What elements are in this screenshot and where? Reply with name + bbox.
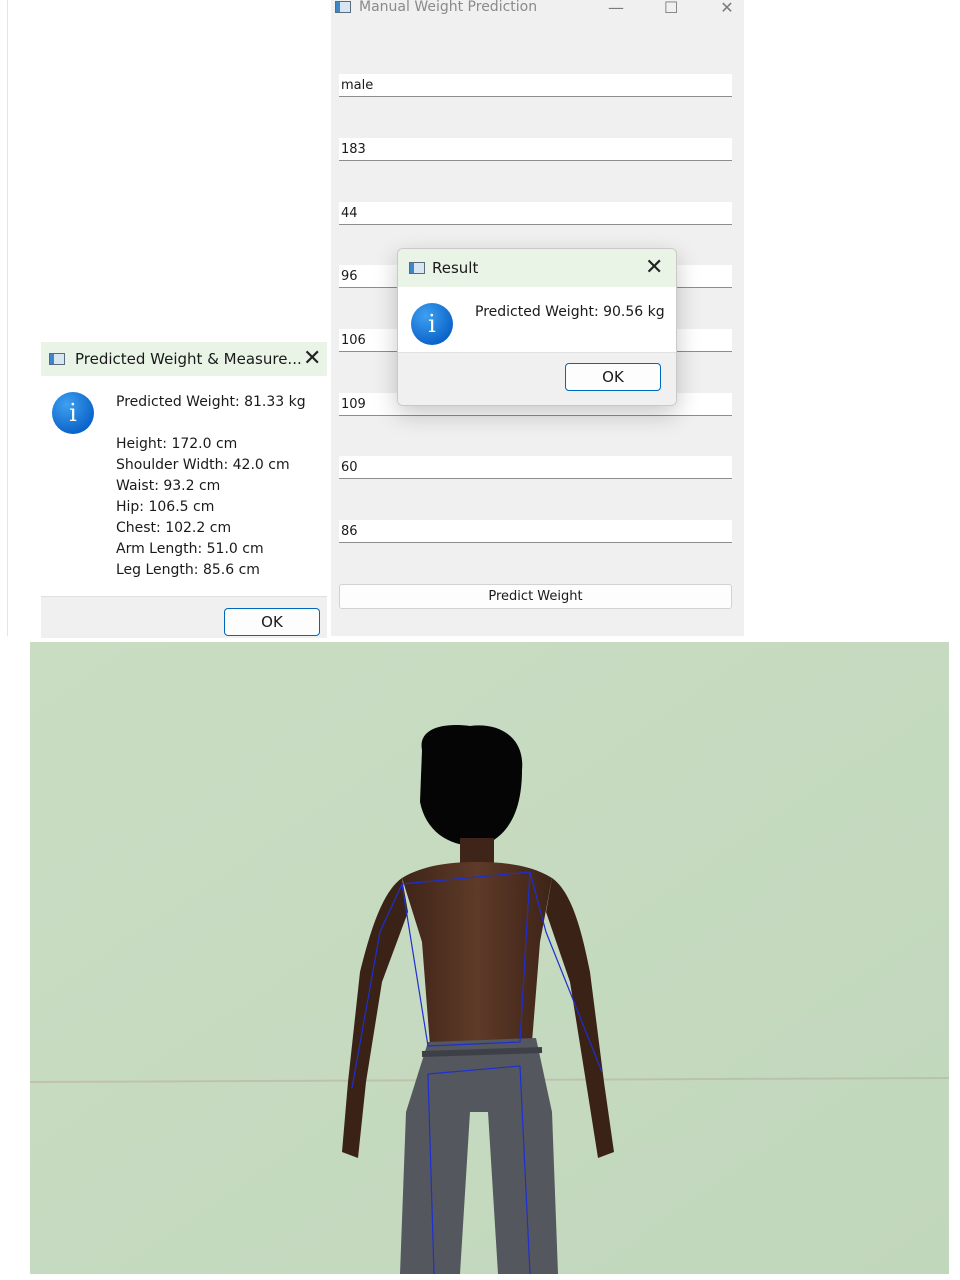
waist-measurement: Waist: 93.2 cm: [116, 478, 221, 494]
result-window-icon: [409, 262, 425, 274]
measurements-dialog-title: Predicted Weight & Measure...: [75, 350, 302, 368]
result-dialog-title: Result: [432, 259, 479, 277]
shoulder-width-measurement: Shoulder Width: 42.0 cm: [116, 457, 290, 473]
minimize-icon[interactable]: —: [608, 0, 624, 17]
measurements-ok-button[interactable]: OK: [224, 608, 320, 636]
measurements-window-icon: [49, 353, 65, 365]
background-divider: [7, 0, 8, 636]
result-dialog-titlebar: Result ✕: [398, 249, 676, 287]
info-icon: i: [411, 303, 453, 345]
body-photo: [30, 642, 949, 1274]
result-dialog: Result ✕ i Predicted Weight: 90.56 kg OK: [397, 248, 677, 406]
waistband: [421, 1047, 543, 1057]
result-dialog-footer: OK: [398, 352, 676, 405]
main-titlebar: Manual Weight Prediction — ☐ ✕: [331, 0, 744, 22]
window-controls: — ☐ ✕: [608, 0, 734, 17]
maximize-icon[interactable]: ☐: [664, 0, 678, 17]
body-photo-illustration: [30, 642, 949, 1274]
result-close-icon[interactable]: ✕: [645, 257, 663, 279]
arm-length-input[interactable]: [339, 456, 732, 479]
shoulder-width-input[interactable]: [339, 202, 732, 225]
predicted-weight-text: Predicted Weight: 81.33 kg: [116, 394, 306, 410]
leg-length-input[interactable]: [339, 520, 732, 543]
measurements-dialog-titlebar: Predicted Weight & Measure... ✕: [41, 342, 327, 376]
measurements-dialog: Predicted Weight & Measure... ✕ i Predic…: [41, 342, 327, 638]
info-icon: i: [52, 392, 94, 434]
height-input[interactable]: [339, 138, 732, 161]
arm-length-measurement: Arm Length: 51.0 cm: [116, 541, 264, 557]
measurements-close-icon[interactable]: ✕: [303, 348, 321, 370]
hip-measurement: Hip: 106.5 cm: [116, 499, 215, 515]
app-window-icon: [335, 1, 351, 13]
result-ok-button[interactable]: OK: [565, 363, 661, 391]
result-message: Predicted Weight: 90.56 kg: [475, 304, 665, 320]
close-icon[interactable]: ✕: [720, 0, 734, 17]
measurements-dialog-footer: OK: [41, 596, 327, 638]
leg-length-measurement: Leg Length: 85.6 cm: [116, 562, 260, 578]
predict-weight-button[interactable]: Predict Weight: [339, 584, 732, 609]
main-window-title: Manual Weight Prediction: [359, 0, 538, 15]
gender-input[interactable]: [339, 74, 732, 97]
chest-measurement: Chest: 102.2 cm: [116, 520, 232, 536]
height-measurement: Height: 172.0 cm: [116, 436, 238, 452]
